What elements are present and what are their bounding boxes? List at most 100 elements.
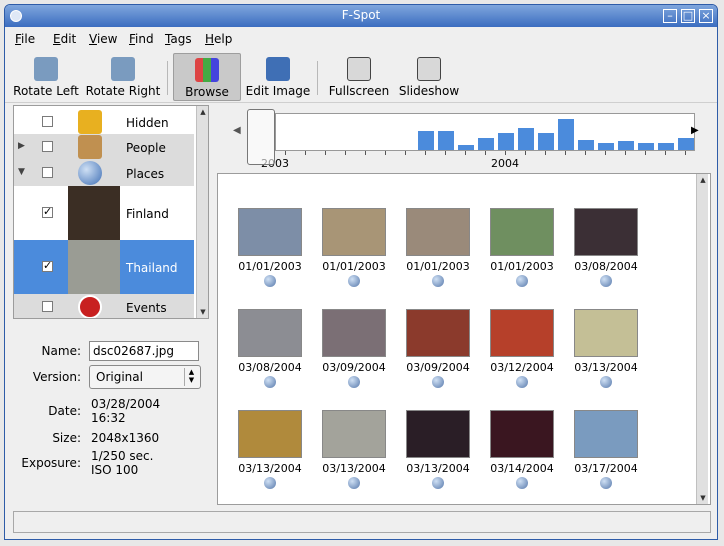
rotate-left-button[interactable]: Rotate Left — [11, 53, 81, 101]
menu-tags[interactable]: Tags — [165, 32, 192, 46]
photo-thumbnail[interactable] — [490, 309, 554, 357]
photo-cell[interactable]: 01/01/2003 — [230, 208, 310, 287]
photo-thumbnail[interactable] — [322, 208, 386, 256]
timeline-right-arrow-icon[interactable]: ▶ — [691, 125, 699, 136]
menu-help[interactable]: Help — [205, 32, 232, 46]
globe-icon — [348, 376, 360, 388]
version-select[interactable]: Original ▲ ▼ — [89, 365, 201, 389]
photo-cell[interactable]: 03/14/2004 — [482, 410, 562, 489]
photo-thumbnail[interactable] — [238, 309, 302, 357]
size-value: 2048x1360 — [91, 431, 160, 445]
scroll-down-icon[interactable]: ▼ — [697, 492, 709, 504]
globe-icon — [348, 275, 360, 287]
globe-icon — [432, 275, 444, 287]
scroll-down-icon[interactable]: ▼ — [197, 306, 208, 318]
tag-row-finland[interactable]: Finland — [14, 186, 194, 240]
photo-thumbnail[interactable] — [322, 410, 386, 458]
expander-collapsed-icon[interactable]: ▶ — [18, 141, 25, 151]
edit-image-button[interactable]: Edit Image — [245, 53, 311, 101]
menu-view[interactable]: View — [89, 32, 117, 46]
timeline-bar — [518, 128, 534, 150]
photo-thumbnail[interactable] — [574, 309, 638, 357]
maximize-button[interactable]: □ — [681, 9, 695, 23]
slideshow-button[interactable]: Slideshow — [397, 53, 461, 101]
minimize-button[interactable]: – — [663, 9, 677, 23]
photo-cell[interactable]: 01/01/2003 — [314, 208, 394, 287]
scroll-up-icon[interactable]: ▲ — [697, 174, 709, 186]
timeline-tick — [545, 151, 546, 155]
close-button[interactable]: × — [699, 9, 713, 23]
photo-thumbnail[interactable] — [406, 309, 470, 357]
tag-row-events[interactable]: Events — [14, 294, 194, 318]
scroll-up-icon[interactable]: ▲ — [197, 106, 208, 118]
timeline[interactable]: ◀ 2003 2004 ▶ — [231, 107, 707, 171]
menu-file[interactable]: File — [15, 32, 35, 46]
tag-checkbox[interactable] — [42, 167, 53, 178]
photo-cell[interactable]: 03/13/2004 — [566, 309, 646, 388]
timeline-bar — [478, 138, 494, 150]
name-field[interactable]: dsc02687.jpg — [89, 341, 199, 361]
rotate-right-button[interactable]: Rotate Right — [85, 53, 161, 101]
timeline-left-arrow-icon[interactable]: ◀ — [233, 125, 241, 136]
people-icon — [78, 135, 102, 159]
photo-thumbnail[interactable] — [490, 208, 554, 256]
timeline-bar — [618, 141, 634, 150]
photo-date: 01/01/2003 — [322, 260, 386, 273]
photo-thumbnail[interactable] — [490, 410, 554, 458]
tag-row-thailand[interactable]: Thailand — [14, 240, 194, 294]
photo-date: 03/13/2004 — [406, 462, 470, 475]
photo-cell[interactable]: 03/08/2004 — [566, 208, 646, 287]
photo-cell[interactable]: 01/01/2003 — [482, 208, 562, 287]
photo-cell[interactable]: 03/09/2004 — [314, 309, 394, 388]
photo-thumbnail[interactable] — [238, 410, 302, 458]
photo-thumbnail[interactable] — [574, 208, 638, 256]
photo-grid-scrollbar[interactable]: ▲ ▼ — [696, 174, 708, 504]
photo-cell[interactable]: 03/13/2004 — [230, 410, 310, 489]
tag-checkbox[interactable] — [42, 259, 53, 272]
photo-cell[interactable]: 03/08/2004 — [230, 309, 310, 388]
photo-cell[interactable]: 03/13/2004 — [398, 410, 478, 489]
tag-row-places[interactable]: ▼ Places — [14, 160, 194, 186]
tag-checkbox[interactable] — [42, 141, 53, 152]
browse-button[interactable]: Browse — [173, 53, 241, 101]
menu-find[interactable]: Find — [129, 32, 154, 46]
title-bar[interactable]: F-Spot – □ × — [5, 5, 717, 27]
tag-checkbox[interactable] — [42, 116, 53, 127]
photo-cell[interactable]: 03/12/2004 — [482, 309, 562, 388]
timeline-histogram[interactable] — [275, 113, 695, 151]
fullscreen-button[interactable]: Fullscreen — [327, 53, 391, 101]
photo-thumbnail[interactable] — [322, 309, 386, 357]
timeline-bar — [578, 140, 594, 150]
iso-value: ISO 100 — [91, 463, 139, 477]
timeline-bar — [558, 119, 574, 150]
photo-thumbnail[interactable] — [238, 208, 302, 256]
tag-checkbox[interactable] — [42, 205, 53, 218]
time-value: 16:32 — [91, 411, 126, 425]
timeline-tick — [665, 151, 666, 155]
tag-tree-scrollbar[interactable]: ▲ ▼ — [196, 106, 208, 318]
timeline-range-handle[interactable] — [247, 109, 275, 165]
timeline-tick — [325, 151, 326, 155]
timeline-tick — [625, 151, 626, 155]
toolbar: Rotate Left Rotate Right Browse Edit Ima… — [5, 51, 717, 103]
timeline-tick — [385, 151, 386, 155]
photo-grid[interactable]: ▲ ▼ 01/01/2003 01/01/2003 01/01/2003 01/01/… — [217, 173, 711, 505]
photo-thumbnail[interactable] — [574, 410, 638, 458]
globe-icon — [78, 161, 102, 185]
photo-date: 03/13/2004 — [238, 462, 302, 475]
globe-icon — [600, 275, 612, 287]
menu-edit[interactable]: Edit — [53, 32, 76, 46]
main-window: F-Spot – □ × File Edit View Find Tags He… — [4, 4, 718, 540]
timeline-tick — [505, 151, 506, 155]
tag-checkbox[interactable] — [42, 301, 53, 312]
photo-cell[interactable]: 03/17/2004 — [566, 410, 646, 489]
tag-row-hidden[interactable]: Hidden — [14, 110, 194, 134]
photo-thumbnail[interactable] — [406, 208, 470, 256]
browse-icon — [195, 58, 219, 82]
photo-thumbnail[interactable] — [406, 410, 470, 458]
photo-cell[interactable]: 03/09/2004 — [398, 309, 478, 388]
expander-expanded-icon[interactable]: ▼ — [18, 167, 25, 177]
photo-cell[interactable]: 01/01/2003 — [398, 208, 478, 287]
photo-cell[interactable]: 03/13/2004 — [314, 410, 394, 489]
tag-row-people[interactable]: ▶ People — [14, 134, 194, 160]
